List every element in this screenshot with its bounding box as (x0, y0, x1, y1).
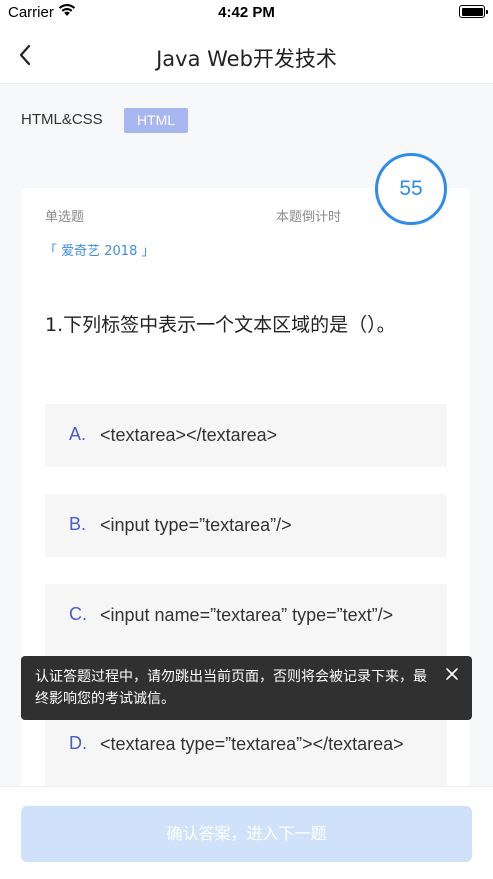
category-label: HTML&CSS (21, 111, 103, 128)
option-text: <input type=”textarea”/> (100, 515, 292, 535)
topic-badge: HTML (124, 108, 188, 133)
status-bar: Carrier 4:42 PM (0, 0, 493, 26)
option-letter: C. (69, 604, 87, 624)
option-text: <textarea></textarea> (100, 425, 278, 445)
nav-bar: Java Web开发技术 (0, 26, 493, 84)
clock: 4:42 PM (218, 4, 275, 21)
bottom-bar: 确认答案，进入下一题 (0, 786, 493, 879)
battery-icon (459, 5, 488, 18)
option-a[interactable]: A. <textarea></textarea> (45, 404, 447, 467)
question-type: 单选题 (45, 210, 85, 225)
option-text: <textarea type=”textarea”></textarea> (100, 734, 404, 754)
countdown-label: 本题倒计时 (276, 210, 342, 225)
question-text: 1.下列标签中表示一个文本区域的是（）。 (45, 314, 396, 336)
close-icon[interactable] (444, 666, 460, 682)
option-text: <input name=”textarea” type=”text”/> (100, 605, 394, 625)
toast-message: 认证答题过程中，请勿跳出当前页面，否则将会被记录下来，最终影响您的考试诚信。 (35, 669, 427, 707)
option-b[interactable]: B. <input type=”textarea”/> (45, 494, 447, 557)
warning-toast: 认证答题过程中，请勿跳出当前页面，否则将会被记录下来，最终影响您的考试诚信。 (21, 656, 472, 720)
option-letter: D. (69, 733, 87, 753)
confirm-next-button[interactable]: 确认答案，进入下一题 (21, 806, 472, 862)
countdown-timer: 55 (375, 153, 447, 225)
option-letter: A. (69, 424, 87, 444)
question-source: 「 爱奇艺 2018 」 (44, 244, 155, 259)
option-letter: B. (69, 514, 87, 534)
page-title: Java Web开发技术 (156, 47, 337, 71)
